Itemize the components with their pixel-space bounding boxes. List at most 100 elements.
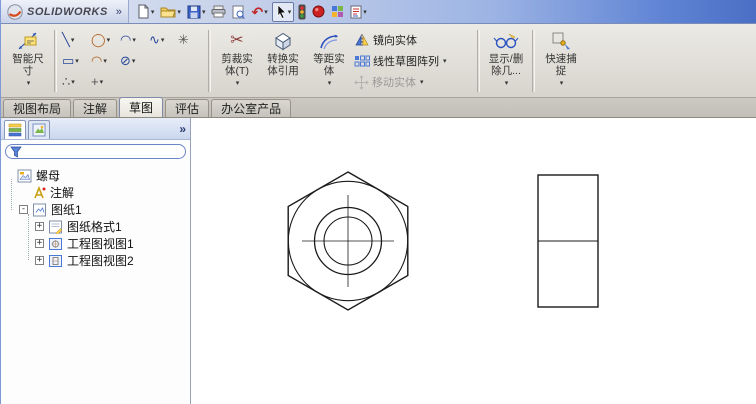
open-document-button[interactable]: ▾ bbox=[158, 2, 183, 22]
chevron-down-icon[interactable]: ▾ bbox=[103, 57, 107, 65]
tree-connector bbox=[28, 214, 29, 260]
sketch-circle-button[interactable]: ◯ ▾ bbox=[89, 31, 118, 47]
drawing-view-icon bbox=[48, 254, 63, 268]
print-preview-button[interactable] bbox=[230, 2, 247, 22]
tab-sketch[interactable]: 草图 bbox=[119, 97, 164, 117]
material-sphere-button[interactable] bbox=[310, 2, 327, 22]
sketch-asterisk-button[interactable]: ✳ bbox=[176, 32, 205, 47]
featuremanager-tree-tab[interactable] bbox=[4, 119, 26, 139]
chevron-down-icon[interactable]: ▾ bbox=[443, 57, 447, 65]
quick-snaps-button[interactable]: 快速捕 捉 ▾ bbox=[538, 26, 584, 96]
expand-toggle-icon[interactable]: + bbox=[35, 239, 44, 248]
drawing-area[interactable] bbox=[191, 118, 756, 404]
chevron-down-icon[interactable]: ▾ bbox=[71, 78, 75, 86]
report-button[interactable]: ▾ bbox=[348, 2, 369, 22]
sketch-fillet-button[interactable]: ∴ ▾ bbox=[60, 75, 89, 89]
propertymanager-tab[interactable] bbox=[28, 119, 50, 139]
print-button[interactable] bbox=[209, 2, 228, 22]
annotations-icon bbox=[32, 185, 46, 200]
three-point-arc-icon: ◠ bbox=[91, 52, 103, 68]
circle-icon: ◯ bbox=[91, 31, 106, 47]
chevron-down-icon[interactable]: ▾ bbox=[363, 8, 367, 16]
offset-entities-icon bbox=[318, 29, 340, 53]
chevron-down-icon[interactable]: ▾ bbox=[100, 78, 104, 86]
tab-annotation[interactable]: 注解 bbox=[73, 99, 118, 117]
titlebar: SOLIDWORKS » ▾ ▾ ▾ ↶ ▾ ▾ ▾ bbox=[1, 0, 756, 24]
chevron-down-icon[interactable]: ▾ bbox=[107, 36, 111, 44]
line-icon: ╲ bbox=[62, 31, 70, 47]
side-view[interactable] bbox=[537, 174, 599, 308]
ellipse-icon: ⊘ bbox=[120, 52, 131, 68]
tree-item-sheet-format1[interactable]: + 图纸格式1 bbox=[1, 218, 190, 235]
chevron-down-icon[interactable]: ▾ bbox=[71, 36, 75, 44]
chevron-down-icon[interactable]: ▾ bbox=[132, 36, 136, 44]
sketch-rectangle-button[interactable]: ▭ ▾ bbox=[60, 53, 89, 68]
expand-toggle-icon[interactable]: + bbox=[35, 256, 44, 265]
tree-item-label: 图纸格式1 bbox=[67, 220, 122, 234]
sketch-spline-button[interactable]: ∿ ▾ bbox=[147, 32, 176, 47]
chevron-down-icon[interactable]: ▾ bbox=[560, 78, 564, 90]
sketch-three-point-arc-button[interactable]: ◠ ▾ bbox=[89, 52, 118, 68]
chevron-down-icon[interactable]: ▾ bbox=[288, 8, 292, 16]
display-delete-relations-button[interactable]: 显示/删 除几... ▾ bbox=[483, 26, 529, 96]
tree-item-sheet1[interactable]: - 图纸1 bbox=[1, 201, 190, 218]
front-view[interactable] bbox=[287, 171, 409, 311]
mirror-entities-button[interactable]: 镜向实体 bbox=[354, 30, 472, 50]
mirror-entities-icon bbox=[355, 34, 369, 46]
convert-entities-button[interactable]: 转换实 体引用 bbox=[260, 26, 306, 96]
select-tool-button[interactable]: ▾ bbox=[271, 1, 295, 22]
linear-sketch-pattern-button[interactable]: 线性草图阵列 ▾ bbox=[354, 51, 472, 71]
trim-entities-button[interactable]: ✂ 剪裁实 体(T) ▾ bbox=[214, 26, 260, 96]
offset-entities-button[interactable]: 等距实 体 ▾ bbox=[306, 26, 352, 96]
tab-label: 注解 bbox=[83, 102, 108, 116]
open-folder-icon bbox=[160, 7, 177, 18]
button-label: 捉 bbox=[555, 65, 567, 77]
tree-filter-input[interactable] bbox=[5, 144, 186, 159]
save-button[interactable]: ▾ bbox=[185, 2, 208, 22]
button-label: 移动实体 bbox=[372, 77, 416, 89]
chevron-down-icon[interactable]: ▾ bbox=[161, 36, 165, 44]
sketch-arc-button[interactable]: ◠ ▾ bbox=[118, 32, 147, 47]
titlebar-overflow-chevron[interactable]: » bbox=[116, 6, 122, 18]
undo-button[interactable]: ↶ ▾ bbox=[249, 2, 269, 22]
sketch-point-button[interactable]: + ▾ bbox=[89, 75, 118, 89]
expand-toggle-icon[interactable]: + bbox=[35, 222, 44, 231]
feature-manager-panel: » 螺母 注解 - 图纸1 + 图纸格式1 + 工程图视图1 + 工程图视图2 bbox=[1, 118, 191, 404]
chevron-down-icon[interactable]: ▾ bbox=[264, 8, 268, 16]
app-name: SOLIDWORKS bbox=[27, 5, 108, 18]
chevron-down-icon[interactable]: ▾ bbox=[202, 8, 206, 16]
tree-item-annotations[interactable]: 注解 bbox=[1, 184, 190, 201]
chevron-down-icon[interactable]: ▾ bbox=[132, 57, 136, 65]
chevron-down-icon[interactable]: ▾ bbox=[420, 78, 424, 86]
chevron-down-icon[interactable]: ▾ bbox=[27, 78, 31, 90]
chevron-down-icon[interactable]: ▾ bbox=[75, 57, 79, 65]
button-label: 智能尺 bbox=[12, 53, 44, 65]
smart-dimension-button[interactable]: 智能尺 寸 ▾ bbox=[5, 26, 51, 96]
tree-item-nut[interactable]: 螺母 bbox=[1, 167, 190, 184]
options-icon bbox=[332, 6, 344, 17]
sketch-line-button[interactable]: ╲ ▾ bbox=[60, 31, 89, 47]
tab-view-layout[interactable]: 视图布局 bbox=[3, 99, 72, 117]
ribbon-separator bbox=[532, 30, 535, 92]
options-button[interactable] bbox=[329, 2, 346, 22]
button-label: 体 bbox=[323, 65, 335, 77]
panel-overflow-chevron[interactable]: » bbox=[179, 122, 186, 136]
tree-item-drawing-view2[interactable]: + 工程图视图2 bbox=[1, 252, 190, 269]
new-document-button[interactable]: ▾ bbox=[135, 2, 157, 22]
tab-evaluate[interactable]: 评估 bbox=[165, 99, 210, 117]
sketch-ellipse-button[interactable]: ⊘ ▾ bbox=[118, 52, 147, 68]
button-label: 线性草图阵列 bbox=[373, 56, 439, 68]
tree-item-drawing-view1[interactable]: + 工程图视图1 bbox=[1, 235, 190, 252]
chevron-down-icon[interactable]: ▾ bbox=[177, 8, 181, 16]
chevron-down-icon[interactable]: ▾ bbox=[151, 8, 155, 16]
chevron-down-icon[interactable]: ▾ bbox=[505, 78, 509, 90]
collapse-toggle-icon[interactable]: - bbox=[19, 205, 28, 214]
traffic-light-button[interactable] bbox=[296, 2, 308, 22]
chevron-down-icon[interactable]: ▾ bbox=[236, 78, 240, 90]
tree-item-label: 螺母 bbox=[36, 169, 61, 183]
panel-header: » bbox=[1, 118, 190, 140]
filter-funnel-icon bbox=[10, 146, 22, 158]
chevron-down-icon[interactable]: ▾ bbox=[328, 78, 332, 90]
tab-office-products[interactable]: 办公室产品 bbox=[211, 99, 292, 117]
move-entities-button[interactable]: 移动实体 ▾ bbox=[354, 72, 472, 92]
